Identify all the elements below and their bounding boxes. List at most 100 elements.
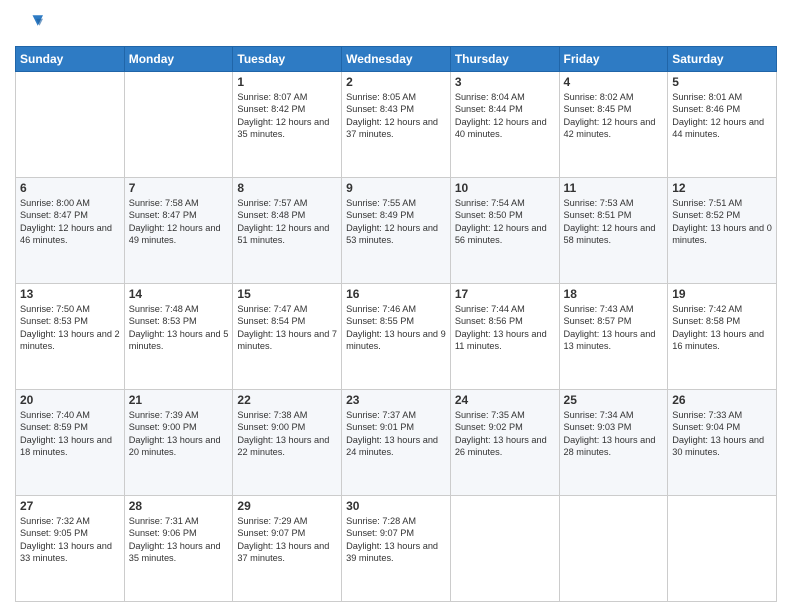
cell-content: Sunrise: 7:57 AM Sunset: 8:48 PM Dayligh… xyxy=(237,197,337,247)
page-container: SundayMondayTuesdayWednesdayThursdayFrid… xyxy=(0,0,792,612)
weekday-header-saturday: Saturday xyxy=(668,47,777,72)
calendar-row: 20 Sunrise: 7:40 AM Sunset: 8:59 PM Dayli… xyxy=(16,390,777,496)
day-number: 25 xyxy=(564,393,664,407)
calendar-cell: 8 Sunrise: 7:57 AM Sunset: 8:48 PM Daylig… xyxy=(233,178,342,284)
calendar-cell: 29Sunrise: 7:29 AM Sunset: 9:07 PM Dayli… xyxy=(233,496,342,602)
day-number: 2 xyxy=(346,75,446,89)
calendar-cell: 15 Sunrise: 7:47 AM Sunset: 8:54 PM Dayli… xyxy=(233,284,342,390)
weekday-row: SundayMondayTuesdayWednesdayThursdayFrid… xyxy=(16,47,777,72)
day-number: 4 xyxy=(564,75,664,89)
cell-content: Sunrise: 7:37 AM Sunset: 9:01 PM Dayligh… xyxy=(346,409,446,459)
day-number: 16 xyxy=(346,287,446,301)
day-number: 13 xyxy=(20,287,120,301)
weekday-header-wednesday: Wednesday xyxy=(342,47,451,72)
day-number: 3 xyxy=(455,75,555,89)
calendar-cell: 9 Sunrise: 7:55 AM Sunset: 8:49 PM Daylig… xyxy=(342,178,451,284)
cell-content: Sunrise: 8:05 AM Sunset: 8:43 PM Dayligh… xyxy=(346,91,446,141)
calendar-cell: 20 Sunrise: 7:40 AM Sunset: 8:59 PM Dayli… xyxy=(16,390,125,496)
cell-content: Sunrise: 7:42 AM Sunset: 8:58 PM Dayligh… xyxy=(672,303,772,353)
calendar-table: SundayMondayTuesdayWednesdayThursdayFrid… xyxy=(15,46,777,602)
cell-content: Sunrise: 7:38 AM Sunset: 9:00 PM Dayligh… xyxy=(237,409,337,459)
weekday-header-thursday: Thursday xyxy=(450,47,559,72)
day-number: 17 xyxy=(455,287,555,301)
cell-content: Sunrise: 7:53 AM Sunset: 8:51 PM Dayligh… xyxy=(564,197,664,247)
cell-content: Sunrise: 8:04 AM Sunset: 8:44 PM Dayligh… xyxy=(455,91,555,141)
calendar-cell: 10 Sunrise: 7:54 AM Sunset: 8:50 PM Dayli… xyxy=(450,178,559,284)
cell-content: Sunrise: 7:55 AM Sunset: 8:49 PM Dayligh… xyxy=(346,197,446,247)
calendar-cell xyxy=(16,72,125,178)
calendar-cell xyxy=(124,72,233,178)
day-number: 26 xyxy=(672,393,772,407)
day-number: 20 xyxy=(20,393,120,407)
logo xyxy=(15,10,47,38)
cell-content: Sunrise: 7:50 AM Sunset: 8:53 PM Dayligh… xyxy=(20,303,120,353)
day-number: 21 xyxy=(129,393,229,407)
calendar-cell: 6 Sunrise: 8:00 AM Sunset: 8:47 PM Daylig… xyxy=(16,178,125,284)
calendar-cell: 7 Sunrise: 7:58 AM Sunset: 8:47 PM Daylig… xyxy=(124,178,233,284)
cell-content: Sunrise: 7:48 AM Sunset: 8:53 PM Dayligh… xyxy=(129,303,229,353)
cell-content: Sunrise: 8:07 AM Sunset: 8:42 PM Dayligh… xyxy=(237,91,337,141)
day-number: 18 xyxy=(564,287,664,301)
cell-content: Sunrise: 8:02 AM Sunset: 8:45 PM Dayligh… xyxy=(564,91,664,141)
calendar-cell: 16 Sunrise: 7:46 AM Sunset: 8:55 PM Dayli… xyxy=(342,284,451,390)
day-number: 1 xyxy=(237,75,337,89)
calendar-header: SundayMondayTuesdayWednesdayThursdayFrid… xyxy=(16,47,777,72)
day-number: 8 xyxy=(237,181,337,195)
calendar-cell: 4 Sunrise: 8:02 AM Sunset: 8:45 PM Daylig… xyxy=(559,72,668,178)
cell-content: Sunrise: 7:28 AM Sunset: 9:07 PM Dayligh… xyxy=(346,515,446,565)
day-number: 28 xyxy=(129,499,229,513)
cell-content: Sunrise: 7:40 AM Sunset: 8:59 PM Dayligh… xyxy=(20,409,120,459)
cell-content: Sunrise: 8:00 AM Sunset: 8:47 PM Dayligh… xyxy=(20,197,120,247)
calendar-body: 1 Sunrise: 8:07 AM Sunset: 8:42 PM Daylig… xyxy=(16,72,777,602)
cell-content: Sunrise: 7:47 AM Sunset: 8:54 PM Dayligh… xyxy=(237,303,337,353)
calendar-cell: 23 Sunrise: 7:37 AM Sunset: 9:01 PM Dayli… xyxy=(342,390,451,496)
day-number: 15 xyxy=(237,287,337,301)
calendar-row: 13 Sunrise: 7:50 AM Sunset: 8:53 PM Dayli… xyxy=(16,284,777,390)
cell-content: Sunrise: 7:46 AM Sunset: 8:55 PM Dayligh… xyxy=(346,303,446,353)
calendar-cell xyxy=(668,496,777,602)
calendar-cell: 14Sunrise: 7:48 AM Sunset: 8:53 PM Dayli… xyxy=(124,284,233,390)
calendar-row: 1 Sunrise: 8:07 AM Sunset: 8:42 PM Daylig… xyxy=(16,72,777,178)
calendar-cell: 3 Sunrise: 8:04 AM Sunset: 8:44 PM Daylig… xyxy=(450,72,559,178)
calendar-cell: 18Sunrise: 7:43 AM Sunset: 8:57 PM Dayli… xyxy=(559,284,668,390)
calendar-cell: 26Sunrise: 7:33 AM Sunset: 9:04 PM Dayli… xyxy=(668,390,777,496)
day-number: 24 xyxy=(455,393,555,407)
day-number: 12 xyxy=(672,181,772,195)
day-number: 27 xyxy=(20,499,120,513)
calendar-cell: 2 Sunrise: 8:05 AM Sunset: 8:43 PM Daylig… xyxy=(342,72,451,178)
day-number: 22 xyxy=(237,393,337,407)
day-number: 6 xyxy=(20,181,120,195)
calendar-cell: 13 Sunrise: 7:50 AM Sunset: 8:53 PM Dayli… xyxy=(16,284,125,390)
calendar-row: 6 Sunrise: 8:00 AM Sunset: 8:47 PM Daylig… xyxy=(16,178,777,284)
cell-content: Sunrise: 7:31 AM Sunset: 9:06 PM Dayligh… xyxy=(129,515,229,565)
calendar-cell xyxy=(450,496,559,602)
cell-content: Sunrise: 7:35 AM Sunset: 9:02 PM Dayligh… xyxy=(455,409,555,459)
calendar-cell: 27 Sunrise: 7:32 AM Sunset: 9:05 PM Dayli… xyxy=(16,496,125,602)
cell-content: Sunrise: 7:58 AM Sunset: 8:47 PM Dayligh… xyxy=(129,197,229,247)
calendar-cell: 5Sunrise: 8:01 AM Sunset: 8:46 PM Daylig… xyxy=(668,72,777,178)
cell-content: Sunrise: 7:39 AM Sunset: 9:00 PM Dayligh… xyxy=(129,409,229,459)
cell-content: Sunrise: 7:32 AM Sunset: 9:05 PM Dayligh… xyxy=(20,515,120,565)
cell-content: Sunrise: 7:44 AM Sunset: 8:56 PM Dayligh… xyxy=(455,303,555,353)
weekday-header-tuesday: Tuesday xyxy=(233,47,342,72)
calendar-cell: 19 Sunrise: 7:42 AM Sunset: 8:58 PM Dayli… xyxy=(668,284,777,390)
day-number: 9 xyxy=(346,181,446,195)
page-header xyxy=(15,10,777,38)
calendar-cell: 21 Sunrise: 7:39 AM Sunset: 9:00 PM Dayli… xyxy=(124,390,233,496)
day-number: 10 xyxy=(455,181,555,195)
cell-content: Sunrise: 7:34 AM Sunset: 9:03 PM Dayligh… xyxy=(564,409,664,459)
calendar-cell xyxy=(559,496,668,602)
calendar-cell: 1 Sunrise: 8:07 AM Sunset: 8:42 PM Daylig… xyxy=(233,72,342,178)
day-number: 19 xyxy=(672,287,772,301)
calendar-cell: 11Sunrise: 7:53 AM Sunset: 8:51 PM Dayli… xyxy=(559,178,668,284)
calendar-cell: 25 Sunrise: 7:34 AM Sunset: 9:03 PM Dayli… xyxy=(559,390,668,496)
weekday-header-sunday: Sunday xyxy=(16,47,125,72)
cell-content: Sunrise: 7:29 AM Sunset: 9:07 PM Dayligh… xyxy=(237,515,337,565)
calendar-cell: 24 Sunrise: 7:35 AM Sunset: 9:02 PM Dayli… xyxy=(450,390,559,496)
calendar-row: 27 Sunrise: 7:32 AM Sunset: 9:05 PM Dayli… xyxy=(16,496,777,602)
cell-content: Sunrise: 7:51 AM Sunset: 8:52 PM Dayligh… xyxy=(672,197,772,247)
cell-content: Sunrise: 7:54 AM Sunset: 8:50 PM Dayligh… xyxy=(455,197,555,247)
day-number: 7 xyxy=(129,181,229,195)
calendar-cell: 28 Sunrise: 7:31 AM Sunset: 9:06 PM Dayli… xyxy=(124,496,233,602)
day-number: 23 xyxy=(346,393,446,407)
